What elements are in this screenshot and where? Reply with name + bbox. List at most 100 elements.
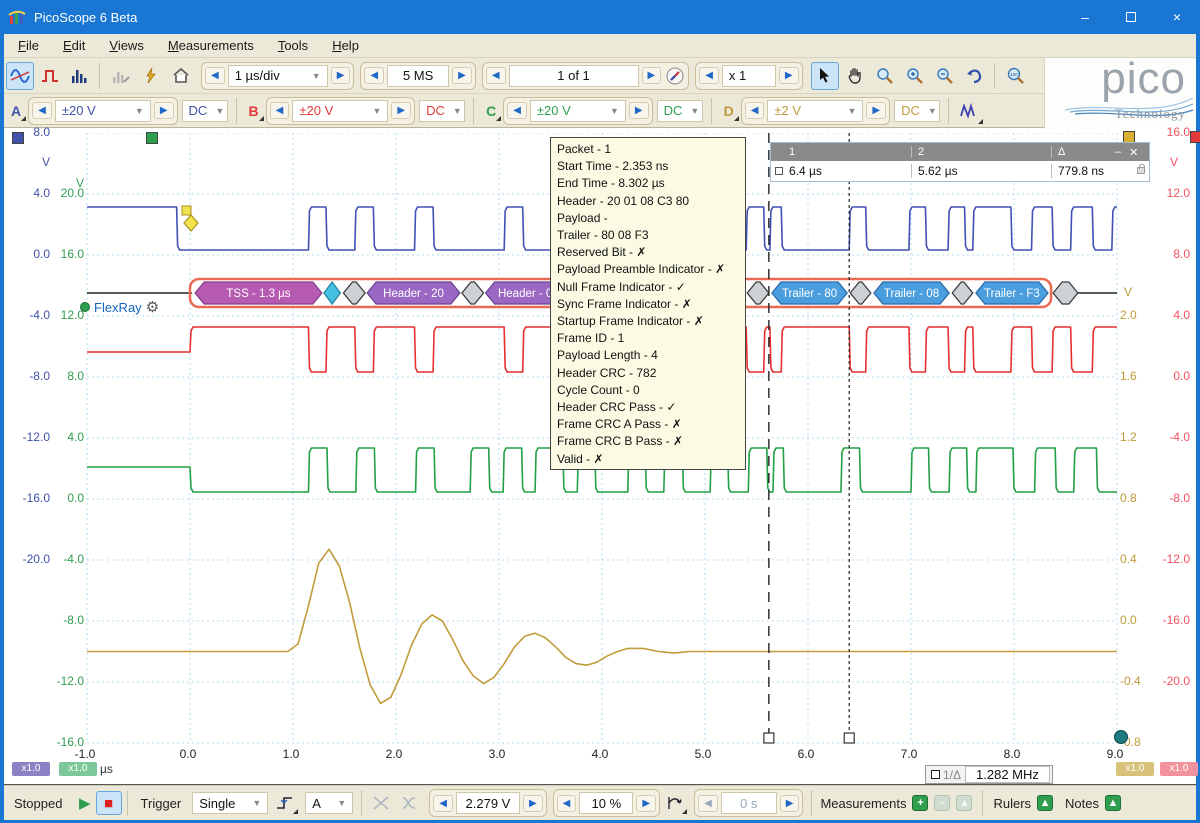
ruler-legend-minimize[interactable]: – — [1115, 146, 1121, 159]
timebase-select[interactable]: 1 µs/div▼ — [228, 65, 328, 87]
menu-views[interactable]: Views — [99, 35, 153, 56]
trigger-edge-button[interactable] — [271, 791, 299, 815]
menu-help[interactable]: Help — [322, 35, 369, 56]
ruler-legend-close[interactable]: ✕ — [1129, 146, 1138, 159]
channel-c-axis-marker[interactable] — [146, 132, 158, 144]
zoom-window-tool-button[interactable] — [871, 62, 899, 90]
range-next-button[interactable]: ▶ — [866, 102, 886, 119]
flexray-decoder-label[interactable]: FlexRay ⚙ — [94, 298, 159, 316]
channel-a-range-select[interactable]: ±20 V▼ — [55, 100, 151, 122]
alarms-button[interactable] — [107, 62, 135, 90]
spectrum-mode-button[interactable] — [66, 62, 94, 90]
start-button[interactable]: ▶ — [74, 791, 96, 815]
time-ruler-1-handle[interactable] — [844, 733, 854, 743]
probe-wizard-button[interactable] — [137, 62, 165, 90]
range-prev-button[interactable]: ◀ — [270, 102, 290, 119]
time-ruler-2-handle[interactable] — [764, 733, 774, 743]
flexray-segment-gap[interactable] — [1053, 282, 1078, 304]
menu-measurements[interactable]: Measurements — [158, 35, 264, 56]
range-prev-button[interactable]: ◀ — [507, 102, 527, 119]
pre-trigger-field[interactable]: 10 % — [579, 792, 633, 814]
undo-zoom-button[interactable] — [961, 62, 989, 90]
pre-trigger-up-button[interactable]: ▶ — [636, 795, 656, 812]
channel-d-button[interactable]: D — [717, 101, 739, 121]
level-down-button[interactable]: ◀ — [433, 795, 453, 812]
flexray-segment-gap[interactable] — [747, 282, 769, 304]
edit-measurement-button[interactable]: ▲ — [956, 795, 972, 811]
range-prev-button[interactable]: ◀ — [745, 102, 765, 119]
level-up-button[interactable]: ▶ — [523, 795, 543, 812]
pre-trigger-down-button[interactable]: ◀ — [557, 795, 577, 812]
flexray-segment-gap[interactable] — [343, 282, 365, 304]
advanced-trigger-button[interactable] — [367, 791, 395, 815]
channel-a-axis-marker[interactable] — [12, 132, 24, 144]
flexray-segment-gap[interactable] — [850, 282, 871, 304]
range-next-button[interactable]: ▶ — [391, 102, 411, 119]
lock-icon[interactable] — [1137, 167, 1145, 174]
frequency-legend-checkbox[interactable] — [931, 770, 940, 779]
samples-prev-button[interactable]: ◀ — [364, 67, 384, 84]
probes-button[interactable] — [956, 97, 984, 125]
samples-field[interactable]: 5 MS — [387, 65, 449, 87]
range-prev-button[interactable]: ◀ — [32, 102, 52, 119]
channel-c-range-select[interactable]: ±20 V▼ — [530, 100, 626, 122]
scope-mode-button[interactable] — [6, 62, 34, 90]
pointer-tool-button[interactable] — [811, 62, 839, 90]
delay-up-button[interactable]: ▶ — [780, 795, 800, 812]
flexray-segment-gap[interactable] — [952, 282, 973, 304]
remove-measurement-button[interactable]: – — [934, 795, 950, 811]
flexray-segment-gap[interactable] — [462, 282, 484, 304]
channel-b-button[interactable]: B — [242, 101, 264, 121]
add-measurement-button[interactable]: + — [912, 795, 928, 811]
ruler-legend[interactable]: 1 2 Δ – ✕ 6.4 µs 5.62 µs 779.8 ns — [770, 142, 1150, 182]
channel-d-offset-marker[interactable] — [1114, 730, 1128, 744]
buffer-navigator-icon[interactable] — [665, 66, 685, 86]
timebase-next-button[interactable]: ▶ — [331, 67, 351, 84]
maximize-button[interactable] — [1108, 0, 1154, 34]
trigger-handle-square[interactable] — [182, 206, 191, 215]
rulers-popup-button[interactable]: ▲ — [1037, 795, 1053, 811]
menu-file[interactable]: File — [8, 35, 49, 56]
channel-a-scale-badge[interactable]: x1.0 — [12, 762, 50, 776]
channel-c-coupling-select[interactable]: DC▼ — [657, 100, 703, 122]
advanced-trigger-2-button[interactable] — [395, 791, 423, 815]
menu-tools[interactable]: Tools — [268, 35, 318, 56]
zoom-out-tool-button[interactable] — [931, 62, 959, 90]
channel-b-range-select[interactable]: ±20 V▼ — [292, 100, 388, 122]
channel-a-button[interactable]: A — [4, 101, 26, 121]
samples-next-button[interactable]: ▶ — [452, 67, 472, 84]
buffer-field[interactable]: 1 of 1 — [509, 65, 639, 87]
timebase-prev-button[interactable]: ◀ — [205, 67, 225, 84]
zoom-100-button[interactable]: 100 — [1002, 62, 1030, 90]
menu-edit[interactable]: Edit — [53, 35, 95, 56]
zoom-next-button[interactable]: ▶ — [779, 67, 799, 84]
minimize-button[interactable]: – — [1062, 0, 1108, 34]
buffer-prev-button[interactable]: ◀ — [486, 67, 506, 84]
trigger-source-select[interactable]: A▼ — [305, 792, 353, 814]
hand-tool-button[interactable] — [841, 62, 869, 90]
channel-b-coupling-select[interactable]: DC▼ — [419, 100, 465, 122]
ruler-legend-checkbox[interactable] — [775, 167, 783, 175]
persistence-mode-button[interactable] — [36, 62, 64, 90]
range-next-button[interactable]: ▶ — [154, 102, 174, 119]
channel-c-button[interactable]: C — [479, 101, 501, 121]
stop-button[interactable]: ■ — [96, 791, 122, 815]
channel-d-scale-badge[interactable]: x1.0 — [1116, 762, 1154, 776]
zoom-in-tool-button[interactable] — [901, 62, 929, 90]
home-button[interactable] — [167, 62, 195, 90]
notes-popup-button[interactable]: ▲ — [1105, 795, 1121, 811]
post-trigger-button[interactable] — [660, 791, 688, 815]
trigger-marker-diamond[interactable] — [184, 215, 198, 231]
flexray-segment-fss[interactable] — [324, 282, 340, 304]
channel-d-coupling-select[interactable]: DC▼ — [894, 100, 940, 122]
gear-icon[interactable]: ⚙ — [146, 298, 159, 316]
range-next-button[interactable]: ▶ — [629, 102, 649, 119]
close-button[interactable]: × — [1154, 0, 1200, 34]
delay-down-button[interactable]: ◀ — [698, 795, 718, 812]
zoom-prev-button[interactable]: ◀ — [699, 67, 719, 84]
trigger-mode-select[interactable]: Single▼ — [192, 792, 268, 814]
buffer-next-button[interactable]: ▶ — [642, 67, 662, 84]
channel-c-scale-badge[interactable]: x1.0 — [59, 762, 97, 776]
channel-a-coupling-select[interactable]: DC▼ — [182, 100, 228, 122]
channel-b-scale-badge[interactable]: x1.0 — [1160, 762, 1198, 776]
